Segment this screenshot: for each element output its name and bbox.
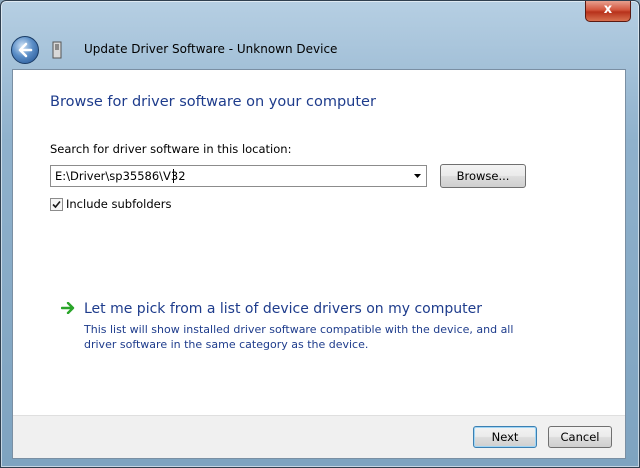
green-arrow-icon <box>61 302 75 314</box>
next-button[interactable]: Next <box>473 426 537 448</box>
driver-path-value: E:\Driver\sp35586\V32 <box>55 169 186 183</box>
search-location-label: Search for driver software in this locat… <box>50 142 292 156</box>
chevron-down-icon <box>414 174 421 178</box>
driver-path-combobox[interactable]: E:\Driver\sp35586\V32 <box>50 165 427 187</box>
pick-from-list-description: This list will show installed driver sof… <box>84 323 514 351</box>
close-button[interactable]: x <box>585 1 631 22</box>
checkmark-icon <box>52 200 61 209</box>
text-caret <box>173 169 174 183</box>
page-title: Browse for driver software on your compu… <box>50 94 376 110</box>
device-icon <box>52 41 62 59</box>
include-subfolders-checkbox[interactable] <box>50 198 63 211</box>
browse-button[interactable]: Browse... <box>440 164 526 188</box>
window-title: Update Driver Software - Unknown Device <box>84 42 338 56</box>
dialog-content: Browse for driver software on your compu… <box>12 69 626 459</box>
dialog-footer: Next Cancel <box>13 415 625 458</box>
path-dropdown-button[interactable] <box>409 167 425 185</box>
update-driver-dialog: x Update Driver Software - Unknown Devic… <box>0 0 640 468</box>
pick-from-list-link[interactable]: Let me pick from a list of device driver… <box>84 301 482 317</box>
back-button[interactable] <box>11 36 39 64</box>
include-subfolders-label[interactable]: Include subfolders <box>66 197 171 211</box>
cancel-button[interactable]: Cancel <box>548 426 612 448</box>
back-arrow-icon <box>18 42 33 58</box>
